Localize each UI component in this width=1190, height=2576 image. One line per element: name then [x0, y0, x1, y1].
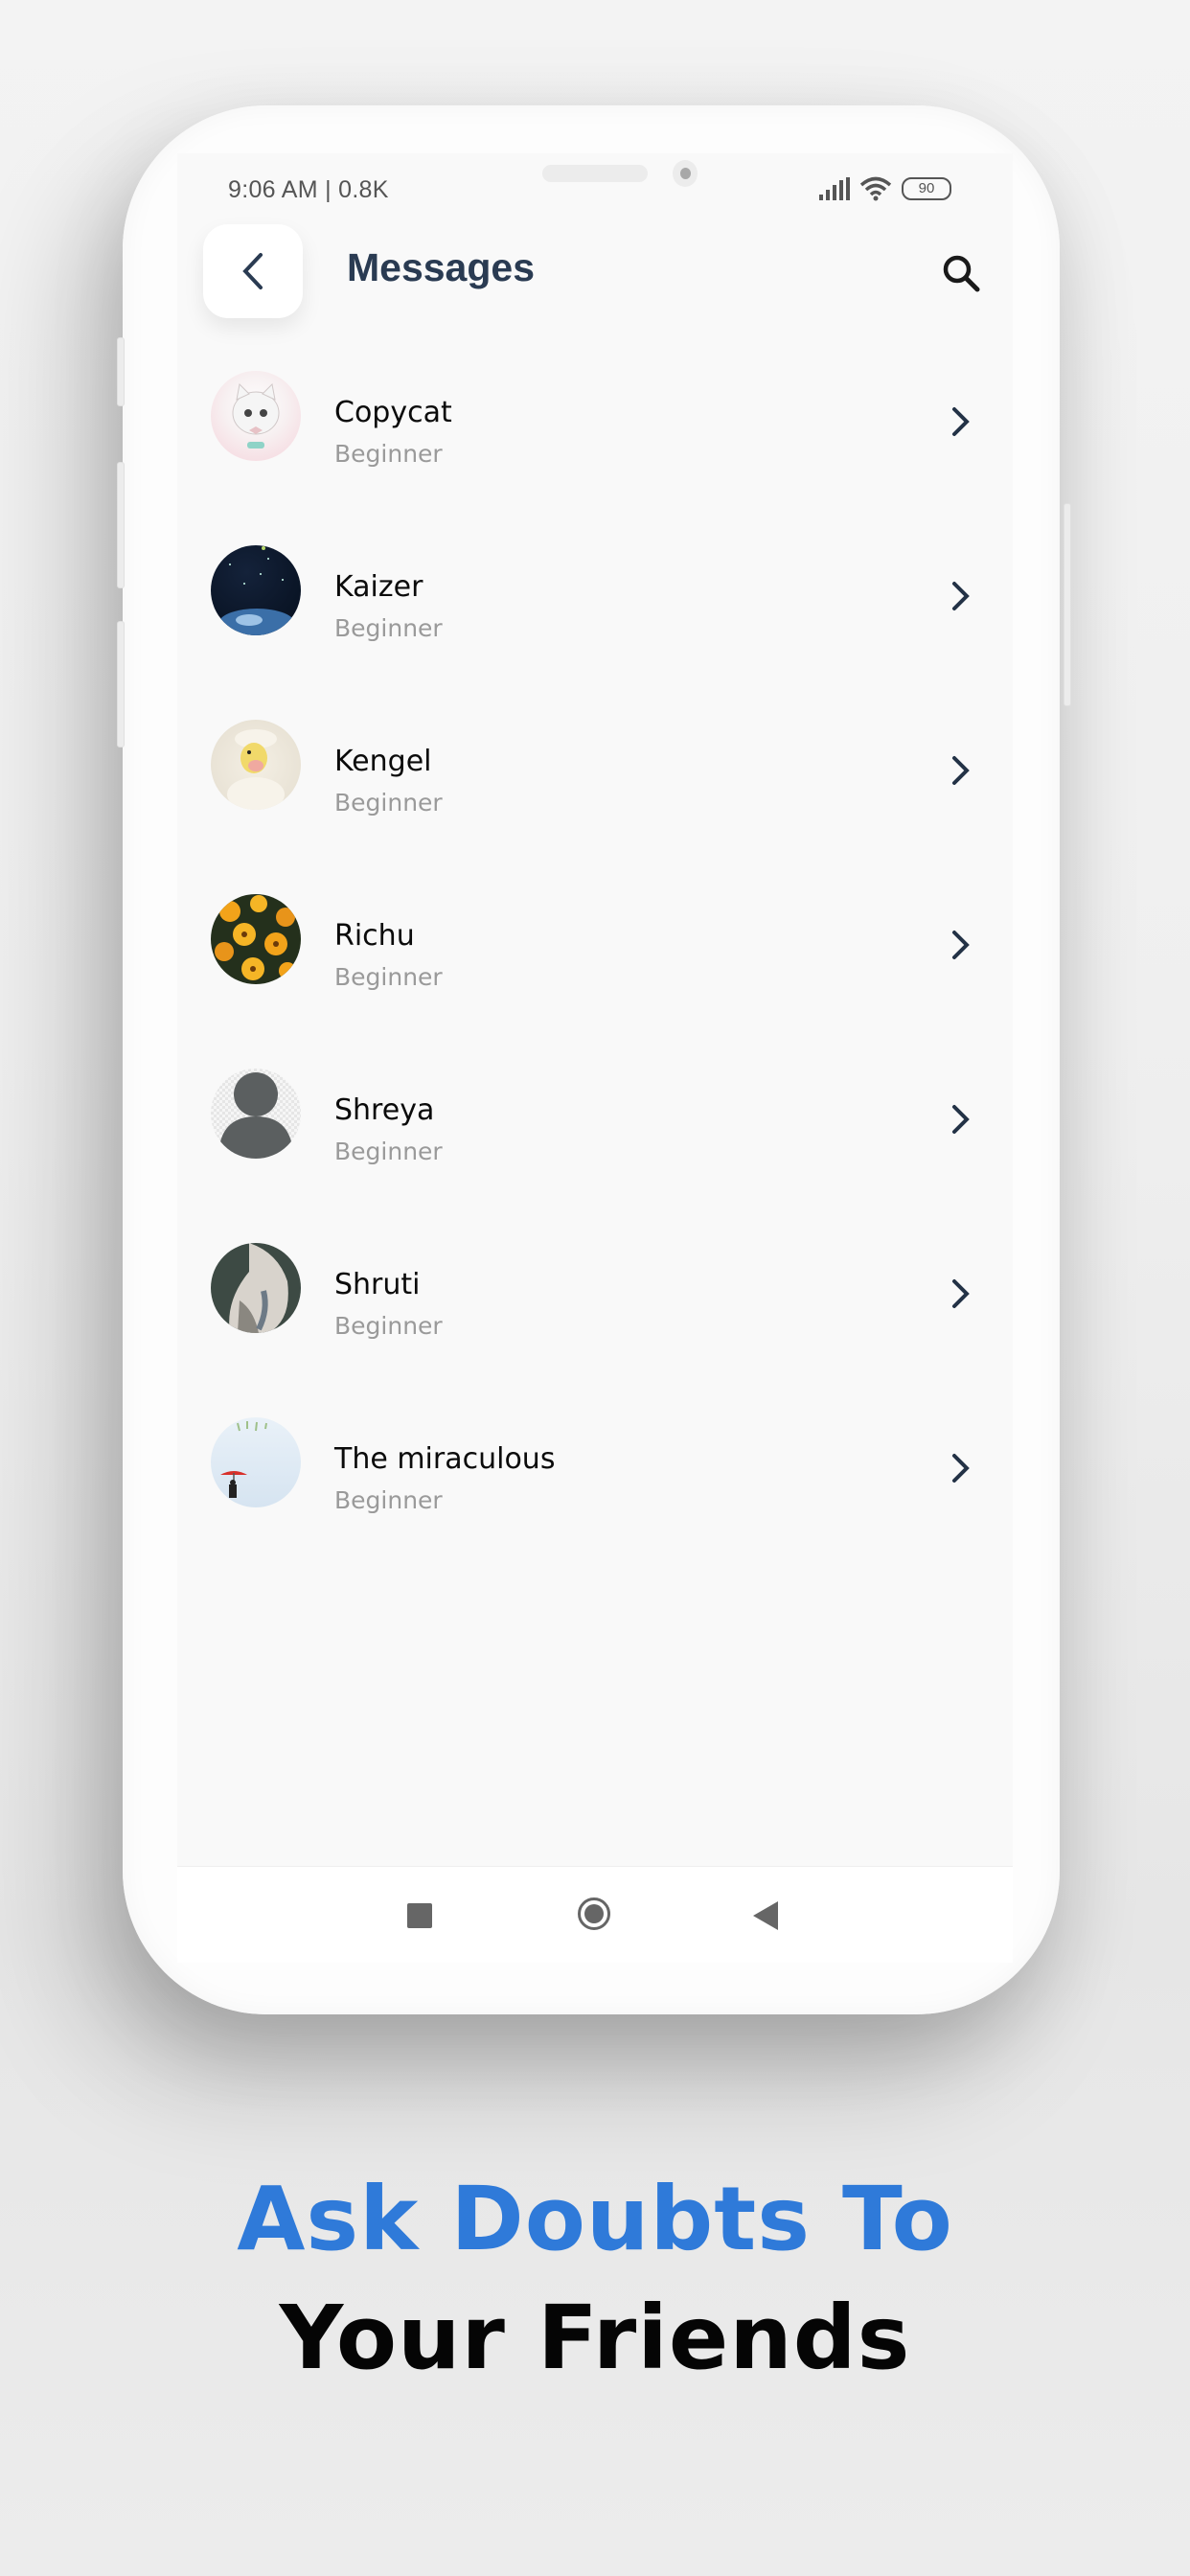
contact-name: Kengel	[334, 745, 432, 778]
avatar-duckling	[211, 720, 301, 810]
contact-name: Copycat	[334, 396, 452, 429]
contact-level: Beginner	[334, 1486, 443, 1514]
contact-row[interactable]: Richu Beginner	[177, 894, 1013, 1019]
avatar-cat-illustration	[211, 371, 301, 461]
search-icon	[943, 255, 980, 292]
chevron-right-icon[interactable]	[949, 1452, 973, 1484]
promo-headline-line2: Your Friends	[279, 2287, 911, 2389]
chevron-right-icon[interactable]	[949, 405, 973, 438]
contact-row[interactable]: Kaizer Beginner	[177, 545, 1013, 670]
avatar-yellow-flowers	[211, 894, 301, 984]
wifi-icon	[859, 176, 892, 201]
triangle-back-icon[interactable]	[753, 1901, 778, 1930]
contact-row[interactable]: Shreya Beginner	[177, 1069, 1013, 1193]
avatar-umbrella-rain	[211, 1417, 301, 1507]
contact-row[interactable]: Kengel Beginner	[177, 720, 1013, 844]
avatar-bird	[211, 1243, 301, 1333]
contact-name: Shruti	[334, 1268, 421, 1301]
chevron-right-icon[interactable]	[949, 929, 973, 961]
back-button[interactable]	[203, 224, 303, 318]
contact-name: Richu	[334, 919, 415, 953]
chevron-left-icon	[242, 253, 263, 289]
side-button	[117, 462, 125, 588]
contact-row[interactable]: Copycat Beginner	[177, 371, 1013, 495]
contact-level: Beginner	[334, 1138, 443, 1165]
circle-icon[interactable]	[578, 1898, 610, 1930]
contact-level: Beginner	[334, 440, 443, 468]
status-icons: 90	[819, 176, 951, 201]
side-button	[1064, 503, 1071, 706]
contact-level: Beginner	[334, 1312, 443, 1340]
side-button	[117, 337, 125, 406]
search-button[interactable]	[937, 249, 985, 297]
signal-icon	[819, 177, 850, 200]
contact-level: Beginner	[334, 789, 443, 816]
chevron-right-icon[interactable]	[949, 1277, 973, 1310]
avatar-night-sky	[211, 545, 301, 635]
contact-level: Beginner	[334, 614, 443, 642]
square-icon[interactable]	[407, 1903, 432, 1928]
chevron-right-icon[interactable]	[949, 1103, 973, 1136]
contact-name: Kaizer	[334, 570, 423, 604]
contact-row[interactable]: Shruti Beginner	[177, 1243, 1013, 1368]
battery-icon: 90	[902, 177, 951, 200]
page-title: Messages	[347, 245, 536, 289]
earpiece	[542, 165, 648, 182]
contact-name: The miraculous	[334, 1442, 556, 1476]
avatar-default-person	[211, 1069, 301, 1159]
side-button	[117, 621, 125, 748]
contact-row[interactable]: The miraculous Beginner	[177, 1417, 1013, 1542]
status-time: 9:06 AM | 0.8K	[228, 176, 389, 203]
chevron-right-icon[interactable]	[949, 580, 973, 612]
front-camera	[673, 160, 698, 187]
chevron-right-icon[interactable]	[949, 754, 973, 787]
contact-level: Beginner	[334, 963, 443, 991]
promo-headline-line1: Ask Doubts To	[237, 2168, 953, 2270]
contact-name: Shreya	[334, 1093, 435, 1127]
